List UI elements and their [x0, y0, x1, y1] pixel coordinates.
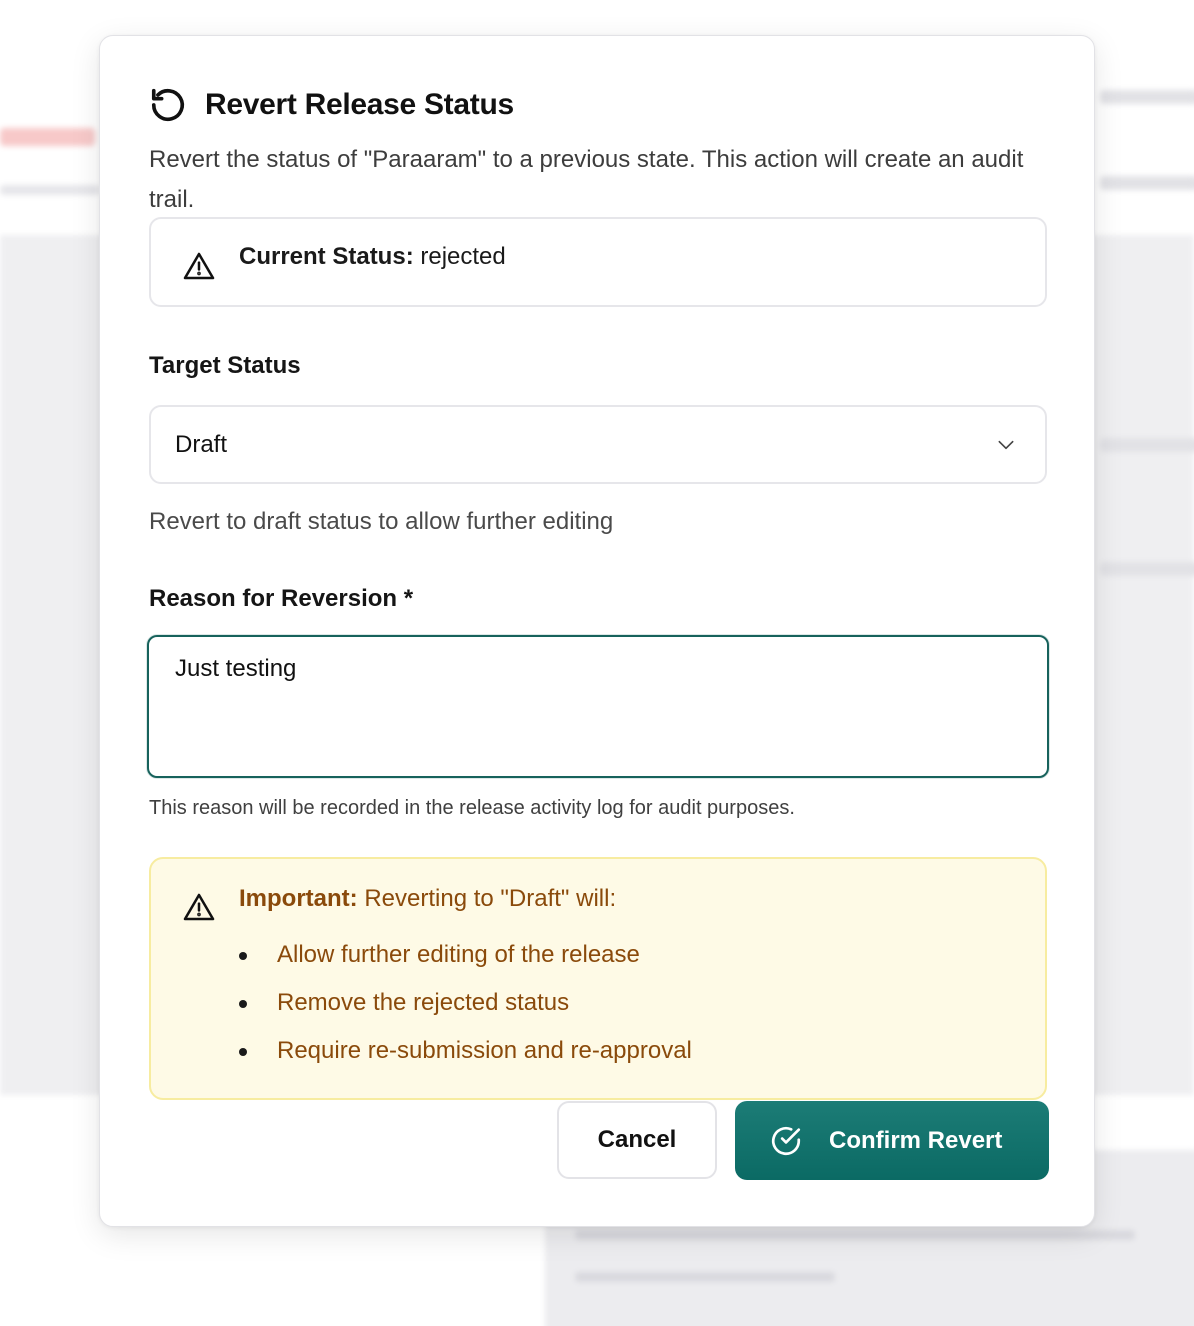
target-status-select[interactable]: Draft	[149, 405, 1047, 484]
dialog-header: Revert Release Status	[149, 86, 514, 124]
current-status-box: Current Status: rejected	[149, 217, 1047, 307]
list-item: Require re-submission and re-approval	[239, 1033, 692, 1081]
warning-icon	[183, 251, 215, 286]
background-line	[575, 1272, 835, 1282]
revert-status-dialog: Revert Release Status Revert the status …	[99, 35, 1095, 1227]
revert-icon	[149, 86, 187, 124]
check-circle-icon	[769, 1124, 803, 1158]
chevron-down-icon	[995, 435, 1017, 460]
target-status-help: Revert to draft status to allow further …	[149, 508, 614, 535]
cancel-button[interactable]: Cancel	[557, 1101, 717, 1179]
reason-label: Reason for Reversion *	[149, 585, 414, 612]
important-list: Allow further editing of the release Rem…	[239, 937, 692, 1081]
important-label: Important:	[239, 885, 358, 912]
background-text	[1100, 438, 1194, 452]
current-status-text: Current Status: rejected	[239, 243, 506, 271]
target-status-label: Target Status	[149, 352, 301, 379]
background-error-text	[0, 128, 95, 146]
confirm-revert-label: Confirm Revert	[829, 1126, 1003, 1154]
background-text	[1100, 176, 1194, 190]
confirm-revert-button[interactable]: Confirm Revert	[735, 1101, 1049, 1180]
background-line	[0, 185, 100, 195]
important-notice: Important: Reverting to "Draft" will: Al…	[149, 857, 1047, 1100]
background-text	[1100, 562, 1194, 576]
background-text	[1100, 90, 1194, 104]
dialog-title: Revert Release Status	[205, 88, 514, 121]
current-status-label: Current Status:	[239, 243, 414, 270]
important-heading: Important: Reverting to "Draft" will:	[239, 885, 616, 913]
list-item: Allow further editing of the release	[239, 937, 692, 985]
background-line	[575, 1230, 1135, 1240]
reason-textarea[interactable]: Just testing	[147, 635, 1049, 778]
dialog-description: Revert the status of "Paraaram" to a pre…	[149, 146, 1024, 213]
important-text: Reverting to "Draft" will:	[364, 885, 617, 912]
reason-help: This reason will be recorded in the rele…	[149, 797, 795, 819]
list-item: Remove the rejected status	[239, 985, 692, 1033]
current-status-value: rejected	[420, 243, 506, 270]
target-status-value: Draft	[175, 431, 228, 458]
warning-icon	[183, 892, 215, 927]
